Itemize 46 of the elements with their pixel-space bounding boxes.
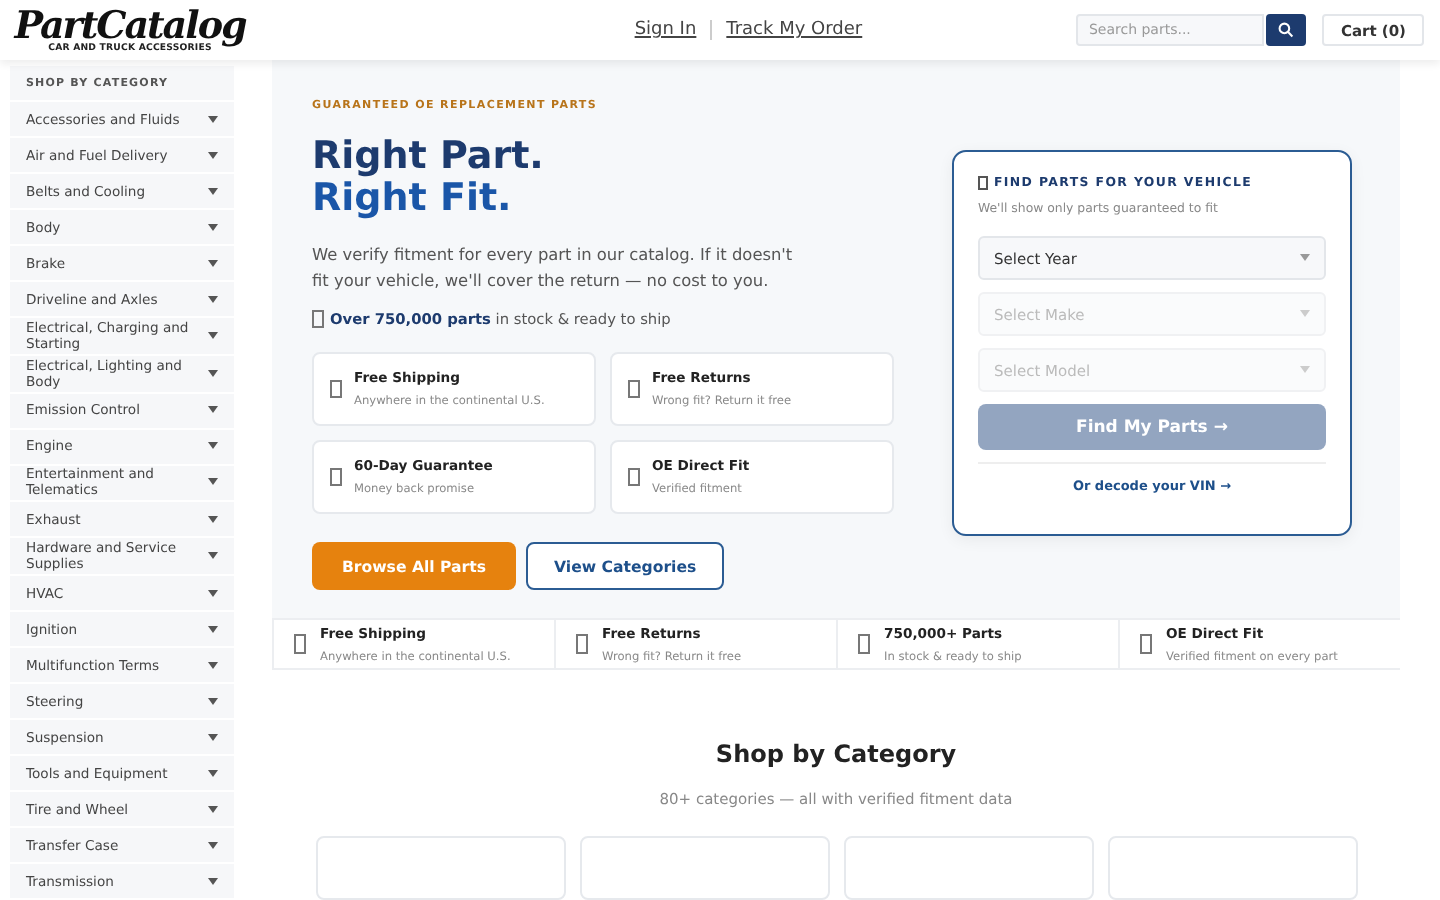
- missing-glyph-icon: [330, 468, 342, 486]
- caret-icon: [208, 442, 218, 450]
- caret-icon: [208, 115, 218, 123]
- missing-glyph-icon: [978, 176, 988, 190]
- caret-icon: [208, 733, 218, 741]
- caret-icon: [208, 552, 218, 561]
- caret-icon: [1300, 366, 1310, 374]
- caret-icon: [208, 515, 218, 524]
- caret-icon: [208, 625, 218, 633]
- missing-glyph-icon: [858, 634, 870, 654]
- category-card[interactable]: [1107, 836, 1357, 900]
- missing-glyph-icon: [628, 380, 640, 398]
- caret-icon: [208, 151, 218, 159]
- category-card[interactable]: [843, 836, 1093, 900]
- hero-title: Right Part. Right Fit.: [312, 136, 546, 220]
- caret-icon: [1300, 310, 1310, 318]
- caret-icon: [208, 841, 218, 849]
- missing-glyph-icon: [312, 310, 324, 328]
- category-card[interactable]: [315, 836, 565, 900]
- caret-icon: [1300, 254, 1310, 262]
- hero-description: We verify fitment for every part in our catalog. If it doesn't fit your vehicle, we'll cover the return — no cost to you.: [312, 242, 795, 294]
- caret-icon: [208, 406, 218, 414]
- caret-icon: [208, 478, 218, 487]
- caret-icon: [208, 223, 218, 231]
- missing-glyph-icon: [628, 468, 640, 486]
- caret-icon: [208, 259, 218, 267]
- nav-link[interactable]: Sign In: [634, 20, 697, 40]
- caret-icon: [208, 187, 218, 195]
- caret-icon: [208, 877, 218, 885]
- category-card[interactable]: [579, 836, 829, 900]
- section-title: Shop by Category: [715, 740, 957, 768]
- missing-glyph-icon: [576, 634, 588, 654]
- caret-icon: [208, 661, 218, 669]
- caret-icon: [208, 697, 218, 705]
- missing-glyph-icon: [1140, 634, 1152, 654]
- caret-icon: [208, 805, 218, 813]
- missing-glyph-icon: [330, 380, 342, 398]
- caret-icon: [208, 369, 218, 378]
- missing-glyph-icon: [294, 634, 306, 654]
- nav-link[interactable]: Track My Order: [726, 20, 863, 40]
- search-icon: [1278, 22, 1295, 38]
- caret-icon: [208, 769, 218, 777]
- caret-icon: [208, 589, 218, 597]
- caret-icon: [208, 295, 218, 303]
- caret-icon: [208, 331, 218, 340]
- search-button[interactable]: [1266, 14, 1307, 46]
